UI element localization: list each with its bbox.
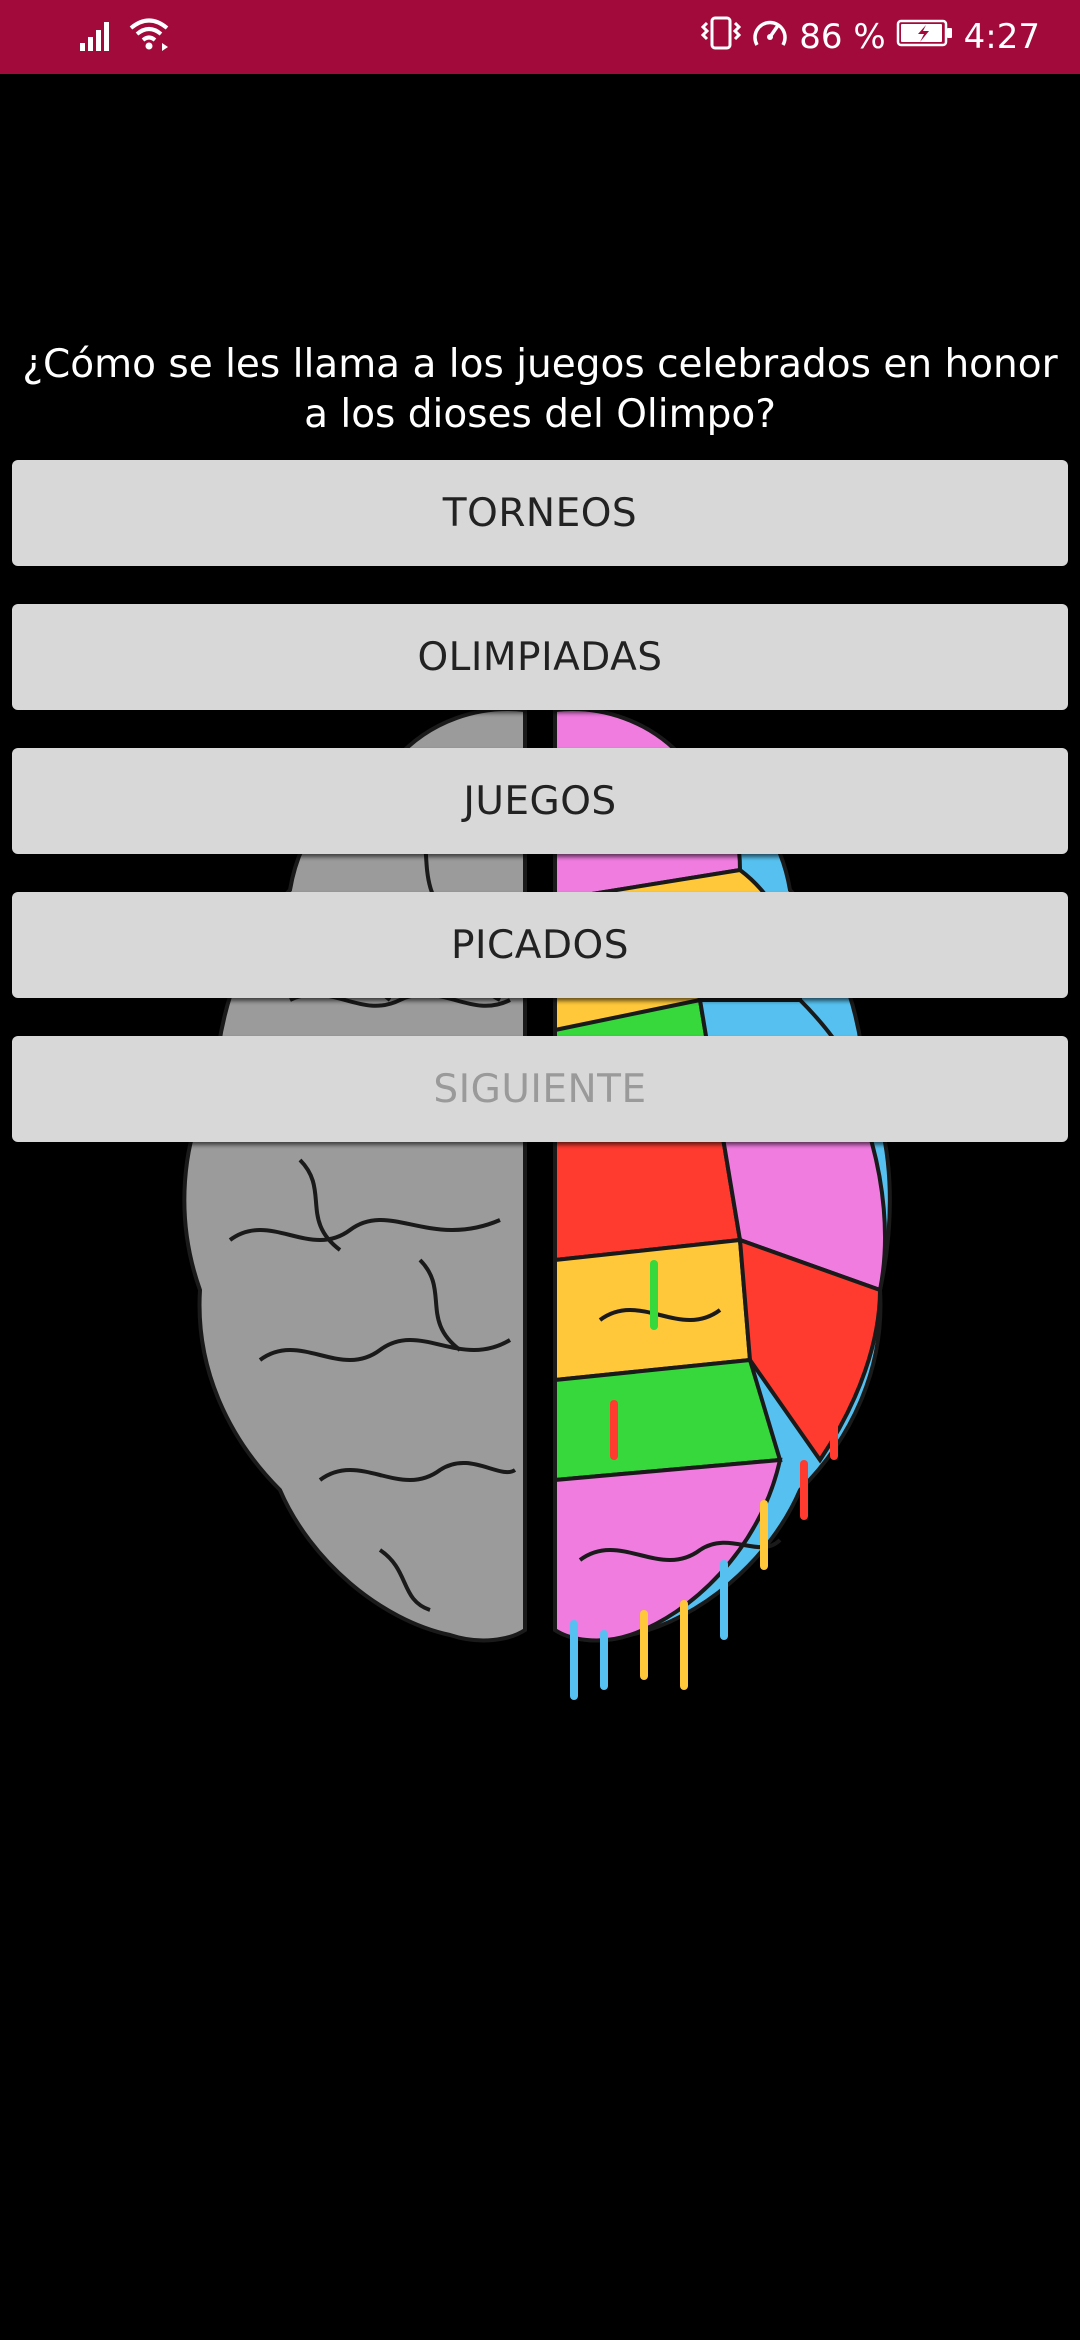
question-text: ¿Cómo se les llama a los juegos celebrad… [22,342,1058,437]
status-bar: 86 % 4:27 [0,0,1080,74]
battery-percent: 86 % [799,17,886,57]
battery-charging-icon [896,17,954,57]
next-button[interactable]: SIGUIENTE [12,1036,1068,1142]
signal-icon [80,19,114,56]
wifi-icon [128,17,170,56]
data-saver-icon [751,15,789,60]
answer-button-3[interactable]: JUEGOS [12,748,1068,854]
quiz-screen: 86 % 4:27 ¿Cómo se les llama a los juego… [0,0,1080,2340]
answer-button-2[interactable]: OLIMPIADAS [12,604,1068,710]
clock: 4:27 [963,17,1040,57]
status-left-icons [80,18,170,56]
status-right-icons: 86 % 4:27 [701,12,1040,62]
answer-button-1[interactable]: TORNEOS [12,460,1068,566]
answer-button-4[interactable]: PICADOS [12,892,1068,998]
vibrate-icon [701,15,742,60]
